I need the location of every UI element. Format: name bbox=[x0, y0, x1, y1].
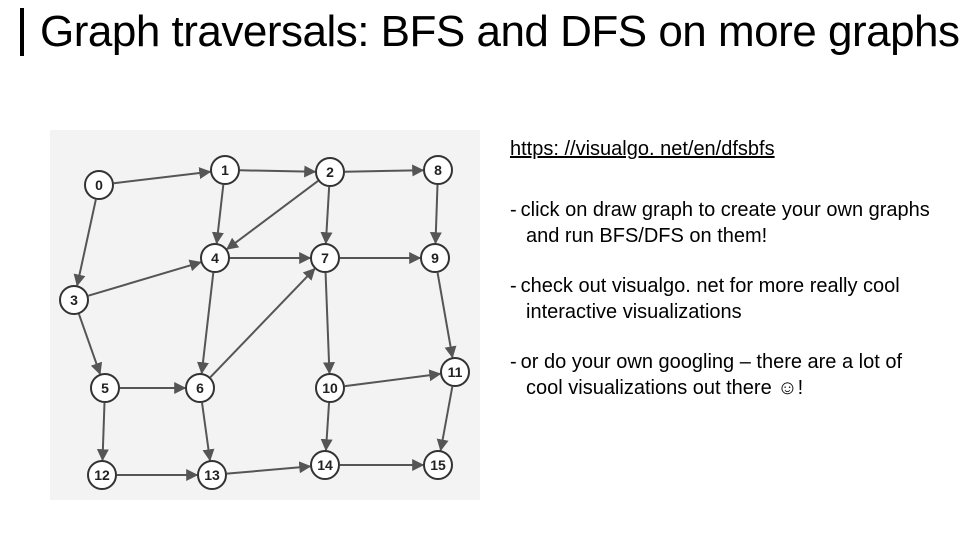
graph-edge bbox=[240, 170, 315, 171]
graph-panel: 0128479356101112131415 bbox=[50, 130, 480, 500]
graph-edge bbox=[436, 185, 438, 243]
graph-edge bbox=[326, 403, 329, 450]
right-column: https: //visualgo. net/en/dfsbfs click o… bbox=[510, 138, 930, 425]
graph-edges-svg bbox=[50, 130, 480, 500]
graph-node-0: 0 bbox=[84, 170, 114, 200]
bullet-item: click on draw graph to create your own g… bbox=[510, 197, 930, 249]
graph-edge bbox=[210, 269, 314, 377]
graph-node-13: 13 bbox=[197, 460, 227, 490]
bullet-item: or do your own googling – there are a lo… bbox=[510, 349, 930, 401]
visualgo-link[interactable]: https: //visualgo. net/en/dfsbfs bbox=[510, 138, 775, 161]
graph-edge bbox=[103, 403, 105, 460]
graph-node-3: 3 bbox=[59, 285, 89, 315]
graph-edge bbox=[88, 262, 200, 295]
bullet-list: click on draw graph to create your own g… bbox=[510, 197, 930, 401]
graph-node-10: 10 bbox=[315, 373, 345, 403]
graph-edge bbox=[77, 200, 96, 286]
graph-node-14: 14 bbox=[310, 450, 340, 480]
graph-node-9: 9 bbox=[420, 243, 450, 273]
graph-node-6: 6 bbox=[185, 373, 215, 403]
graph-edge bbox=[114, 172, 210, 183]
graph-node-15: 15 bbox=[423, 450, 453, 480]
graph-edge bbox=[202, 273, 214, 373]
graph-edge bbox=[79, 314, 100, 374]
graph-node-7: 7 bbox=[310, 243, 340, 273]
graph-node-11: 11 bbox=[440, 357, 470, 387]
graph-node-2: 2 bbox=[315, 157, 345, 187]
graph-edge bbox=[345, 170, 423, 171]
graph-edge bbox=[217, 185, 224, 243]
graph-edge bbox=[326, 273, 330, 373]
graph-node-1: 1 bbox=[210, 155, 240, 185]
graph-edge bbox=[227, 181, 318, 249]
page-title: Graph traversals: BFS and DFS on more gr… bbox=[40, 8, 960, 56]
graph-node-12: 12 bbox=[87, 460, 117, 490]
graph-edge bbox=[441, 387, 453, 450]
graph-edge bbox=[438, 273, 453, 357]
graph-edge bbox=[202, 403, 210, 460]
graph-node-5: 5 bbox=[90, 373, 120, 403]
graph-node-4: 4 bbox=[200, 243, 230, 273]
bullet-item: check out visualgo. net for more really … bbox=[510, 273, 930, 325]
graph-edge bbox=[345, 374, 440, 386]
title-block: Graph traversals: BFS and DFS on more gr… bbox=[20, 8, 960, 56]
graph-edge bbox=[326, 187, 329, 243]
graph-node-8: 8 bbox=[423, 155, 453, 185]
graph-edge bbox=[227, 466, 310, 473]
